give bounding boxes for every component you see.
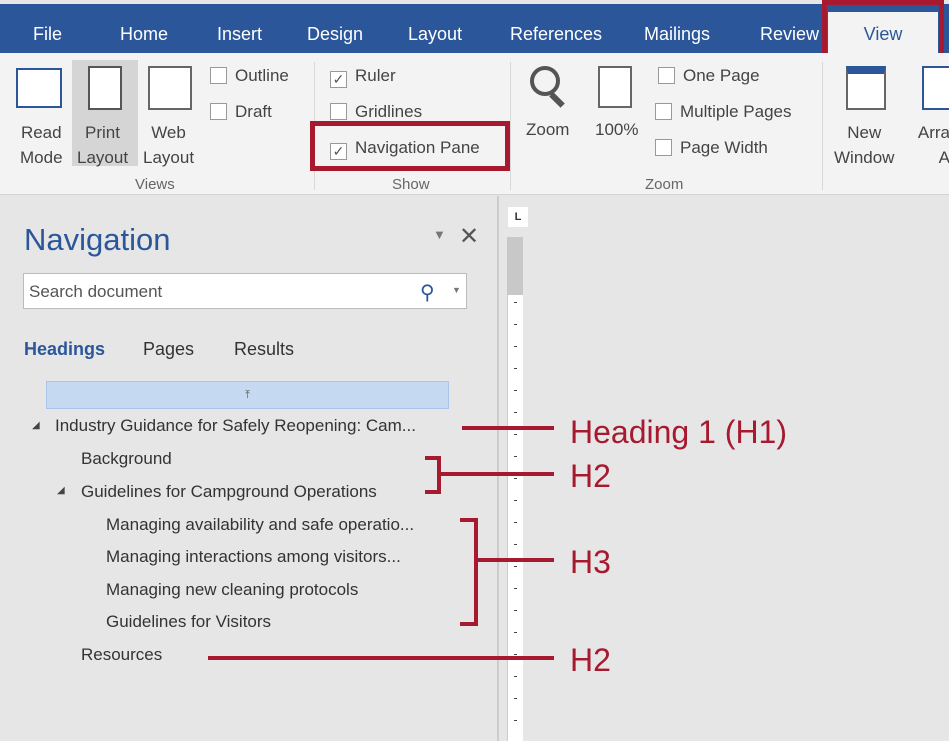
divider <box>822 62 823 190</box>
vertical-ruler <box>507 237 523 741</box>
hundred-percent-icon <box>598 66 632 108</box>
search-icon[interactable]: ⚲ <box>420 280 435 305</box>
new-window-icon <box>846 66 886 110</box>
collapse-triangle-icon[interactable]: ◢ <box>32 420 40 431</box>
zoom-group-label: Zoom <box>645 176 684 193</box>
tab-mailings[interactable]: Mailings <box>644 24 710 45</box>
tab-file[interactable]: File <box>33 24 62 45</box>
annotation-line <box>208 656 554 660</box>
check-icon: ✓ <box>330 71 347 88</box>
outline-icon <box>210 67 227 84</box>
hundred-percent-button[interactable]: 100% <box>595 120 638 140</box>
search-input[interactable]: Search document <box>23 273 467 309</box>
page-width-button[interactable]: Page Width <box>655 138 768 158</box>
ruler-checkbox[interactable]: ✓ Ruler <box>330 66 396 88</box>
tab-layout[interactable]: Layout <box>408 24 462 45</box>
one-page-button[interactable]: One Page <box>658 66 760 86</box>
collapse-all-button[interactable]: ⤒ <box>46 381 449 409</box>
read-mode-button[interactable]: Read Mode <box>20 120 63 170</box>
annotation-h2-resources: H2 <box>570 642 611 678</box>
ribbon-tab-bar: File Home Insert Design Layout Reference… <box>0 4 949 53</box>
heading-item[interactable]: Guidelines for Campground Operations <box>81 482 377 502</box>
annotation-h2: H2 <box>570 458 611 494</box>
annotation-bracket <box>460 518 478 522</box>
collapse-triangle-icon[interactable]: ◢ <box>57 485 65 496</box>
annotation-h3: H3 <box>570 544 611 580</box>
web-layout-button[interactable]: Web Layout <box>143 120 194 170</box>
multiple-pages-button[interactable]: Multiple Pages <box>655 102 792 122</box>
tab-selector-icon[interactable]: L <box>508 207 528 227</box>
tab-results[interactable]: Results <box>234 339 294 360</box>
show-group-label: Show <box>392 176 430 193</box>
annotation-bracket <box>474 518 478 626</box>
heading-item[interactable]: Managing interactions among visitors... <box>106 547 401 567</box>
annotation-bracket <box>425 490 441 494</box>
close-icon[interactable]: ✕ <box>459 222 479 251</box>
annotation-line <box>478 558 554 562</box>
pane-options-icon[interactable]: ▼ <box>433 227 446 242</box>
search-options-icon[interactable]: ▼ <box>452 285 461 295</box>
one-page-icon <box>658 67 675 84</box>
annotation-line <box>462 426 554 430</box>
read-mode-icon <box>16 68 62 108</box>
navigation-title: Navigation <box>24 222 171 257</box>
multiple-pages-icon <box>655 103 672 120</box>
arrange-all-button[interactable]: Arra A <box>910 120 949 170</box>
outline-button[interactable]: Outline <box>210 66 289 86</box>
annotation-bracket <box>425 456 441 460</box>
print-layout-button[interactable]: Print Layout <box>77 120 128 170</box>
new-window-button[interactable]: New Window <box>834 120 894 170</box>
divider <box>510 62 511 190</box>
tab-insert[interactable]: Insert <box>217 24 262 45</box>
highlight-navigation-pane <box>310 121 510 171</box>
tab-headings[interactable]: Headings <box>24 339 105 360</box>
tab-home[interactable]: Home <box>120 24 168 45</box>
heading-item[interactable]: Managing availability and safe operatio.… <box>106 515 414 535</box>
tab-design[interactable]: Design <box>307 24 363 45</box>
zoom-button[interactable]: Zoom <box>526 120 569 140</box>
print-layout-icon <box>88 66 122 110</box>
heading-item[interactable]: Resources <box>81 645 162 665</box>
draft-icon <box>210 103 227 120</box>
tab-pages[interactable]: Pages <box>143 339 194 360</box>
web-layout-icon <box>148 66 192 110</box>
ruler-margin <box>507 237 523 295</box>
annotation-h1: Heading 1 (H1) <box>570 414 787 450</box>
heading-item[interactable]: Managing new cleaning protocols <box>106 580 358 600</box>
page-width-icon <box>655 139 672 156</box>
gridlines-checkbox[interactable]: Gridlines <box>330 102 422 122</box>
arrange-all-icon <box>922 66 949 110</box>
heading-item[interactable]: Industry Guidance for Safely Reopening: … <box>55 416 416 436</box>
draft-button[interactable]: Draft <box>210 102 272 122</box>
views-group-label: Views <box>135 176 175 193</box>
heading-item[interactable]: Background <box>81 449 172 469</box>
annotation-bracket <box>460 622 478 626</box>
annotation-line <box>441 472 554 476</box>
zoom-icon <box>530 66 560 96</box>
tab-references[interactable]: References <box>510 24 602 45</box>
tab-review[interactable]: Review <box>760 24 819 45</box>
heading-item[interactable]: Guidelines for Visitors <box>106 612 271 632</box>
